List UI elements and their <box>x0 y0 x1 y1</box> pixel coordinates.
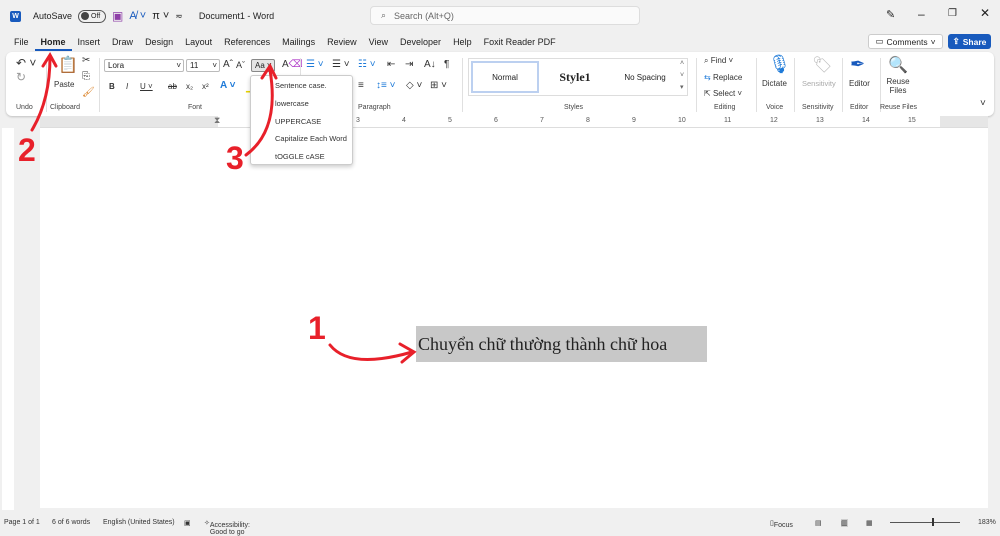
zoom-slider[interactable] <box>890 522 960 523</box>
arrow-2 <box>30 55 52 132</box>
zoom-slider-thumb[interactable] <box>932 518 934 526</box>
web-layout-icon[interactable]: ▦ <box>866 519 873 527</box>
annotation-arrows <box>30 52 417 364</box>
read-mode-icon[interactable]: ▤ <box>815 519 822 527</box>
annotation-number-3: 3 <box>226 140 244 176</box>
language[interactable]: English (United States) <box>103 519 175 526</box>
arrow-3 <box>244 68 274 157</box>
focus-label: Focus <box>773 522 793 529</box>
page-count[interactable]: Page 1 of 1 <box>4 519 40 526</box>
accessibility-label: Accessibility: Good to go <box>209 522 250 536</box>
focus-button[interactable]: ▯ Focus <box>770 519 793 529</box>
accessibility-status[interactable]: ✧ Accessibility: Good to go <box>204 519 250 536</box>
zoom-level[interactable]: 183% <box>978 519 996 526</box>
annotation-number-2: 2 <box>18 132 36 168</box>
word-count[interactable]: 6 of 6 words <box>52 519 90 526</box>
proofing-icon[interactable]: ▣ <box>184 519 191 527</box>
status-bar: Page 1 of 1 6 of 6 words English (United… <box>0 516 1000 536</box>
annotation-number-1: 1 <box>308 310 326 346</box>
arrow-1 <box>328 343 414 362</box>
print-layout-icon[interactable]: ▥ <box>841 519 848 527</box>
